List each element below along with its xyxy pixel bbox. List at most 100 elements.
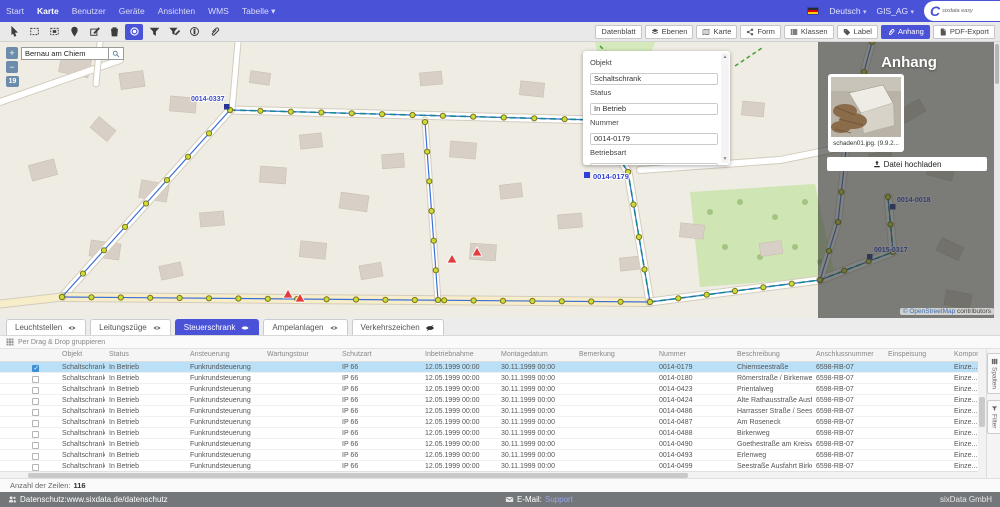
marker-tool-button[interactable]: [65, 24, 83, 40]
light-point-marker[interactable]: [122, 224, 127, 229]
privacy-link[interactable]: Datenschutz:www.sixdata.de/datenschutz: [8, 495, 168, 504]
light-point-marker[interactable]: [206, 131, 211, 136]
table-row[interactable]: SchaltschrankIn BetriebFunkrundsteuerung…: [0, 384, 978, 395]
light-point-marker[interactable]: [427, 179, 432, 184]
light-point-marker[interactable]: [288, 109, 293, 114]
light-point-marker[interactable]: [236, 296, 241, 301]
row-checkbox[interactable]: [32, 376, 39, 383]
map-search-input[interactable]: [21, 47, 109, 60]
light-point-marker[interactable]: [732, 288, 737, 293]
light-point-marker[interactable]: [258, 108, 263, 113]
menu-item-karte[interactable]: Karte: [37, 6, 59, 17]
light-point-marker[interactable]: [380, 112, 385, 117]
row-checkbox[interactable]: [32, 442, 39, 449]
horizontal-scrollbar[interactable]: [0, 471, 978, 478]
table-row[interactable]: SchaltschrankIn BetriebFunkrundsteuerung…: [0, 406, 978, 417]
table-row[interactable]: SchaltschrankIn BetriebFunkrundsteuerung…: [0, 450, 978, 461]
menu-item-wms[interactable]: WMS: [208, 6, 229, 17]
column-header-montagedatum[interactable]: Montagedatum: [497, 349, 575, 361]
info-circle-tool-button[interactable]: [185, 24, 203, 40]
group-bar[interactable]: Per Drag & Drop gruppieren: [0, 336, 1000, 349]
table-row[interactable]: SchaltschrankIn BetriebFunkrundsteuerung…: [0, 439, 978, 450]
light-point-marker[interactable]: [80, 271, 85, 276]
klassen-button[interactable]: Klassen: [784, 25, 834, 39]
row-checkbox[interactable]: [32, 420, 39, 427]
email-link[interactable]: Support: [545, 495, 573, 504]
light-point-marker[interactable]: [433, 268, 438, 273]
grid-header-row[interactable]: ObjektStatusAnsteuerungWartungstourSchut…: [0, 349, 978, 362]
light-point-marker[interactable]: [177, 295, 182, 300]
light-point-marker[interactable]: [435, 297, 440, 302]
field-input-status[interactable]: [590, 103, 718, 115]
light-point-marker[interactable]: [676, 296, 681, 301]
column-header-inbetriebnahme[interactable]: Inbetriebnahme: [421, 349, 497, 361]
light-point-marker[interactable]: [265, 296, 270, 301]
light-point-marker[interactable]: [164, 178, 169, 183]
osm-link[interactable]: © OpenStreetMap: [903, 308, 955, 315]
light-point-marker[interactable]: [501, 115, 506, 120]
light-point-marker[interactable]: [349, 111, 354, 116]
light-point-marker[interactable]: [761, 285, 766, 290]
form-button[interactable]: Form: [740, 25, 781, 39]
light-point-marker[interactable]: [383, 297, 388, 302]
light-point-marker[interactable]: [410, 112, 415, 117]
light-point-marker[interactable]: [425, 149, 430, 154]
side-tab-filter[interactable]: Filter: [987, 400, 1000, 433]
field-input-objekt[interactable]: [590, 73, 718, 85]
attach-tool-button[interactable]: [205, 24, 223, 40]
column-header-einspeisung[interactable]: Einspeisung: [884, 349, 950, 361]
light-point-marker[interactable]: [319, 110, 324, 115]
menu-item-ansichten[interactable]: Ansichten: [158, 6, 195, 17]
light-point-marker[interactable]: [532, 116, 537, 121]
row-checkbox[interactable]: [32, 387, 39, 394]
edit-tool-button[interactable]: [85, 24, 103, 40]
delete-tool-button[interactable]: [105, 24, 123, 40]
attachment-thumbnail[interactable]: schaden01.jpg. (9.9.2...: [828, 74, 904, 152]
light-point-marker[interactable]: [530, 298, 535, 303]
light-point-marker[interactable]: [647, 299, 652, 304]
column-header-schutzart[interactable]: Schutzart: [338, 349, 421, 361]
field-input-betriebsart[interactable]: [590, 163, 718, 166]
circle-select-tool-button[interactable]: [125, 24, 143, 40]
light-point-marker[interactable]: [431, 238, 436, 243]
account-selector[interactable]: GIS_AG ▾: [876, 6, 914, 16]
popup-scrollbar[interactable]: ▲▼: [721, 53, 729, 163]
label-button[interactable]: Label: [837, 25, 878, 39]
upload-file-button[interactable]: Datei hochladen: [827, 157, 987, 171]
row-checkbox[interactable]: [32, 453, 39, 460]
light-point-marker[interactable]: [429, 208, 434, 213]
datenblatt-button[interactable]: Datenblatt: [595, 25, 641, 39]
light-point-marker[interactable]: [559, 299, 564, 304]
side-tab-spalten[interactable]: Spalten: [987, 353, 1000, 394]
filter-edit-tool-button[interactable]: [165, 24, 183, 40]
light-point-marker[interactable]: [471, 298, 476, 303]
tab-ampelanlagen[interactable]: Ampelanlagen: [263, 319, 347, 335]
map-canvas[interactable]: 0014-0337 0014-0179 0014-0018 0015-0317 …: [0, 42, 1000, 318]
language-selector[interactable]: Deutsch ▾: [829, 6, 866, 16]
ebenen-button[interactable]: Ebenen: [645, 25, 694, 39]
row-checkbox[interactable]: [32, 431, 39, 438]
light-point-marker[interactable]: [185, 154, 190, 159]
zoom-out-button[interactable]: −: [6, 61, 18, 73]
light-point-marker[interactable]: [618, 299, 623, 304]
panel-scrollbar[interactable]: [994, 42, 1000, 318]
row-checkbox[interactable]: [32, 365, 39, 372]
row-checkbox[interactable]: [32, 409, 39, 416]
field-input-nummer[interactable]: [590, 133, 718, 145]
light-point-marker[interactable]: [89, 295, 94, 300]
anhang-button[interactable]: Anhang: [881, 25, 930, 39]
select-window-tool-button[interactable]: [45, 24, 63, 40]
tab-steuerschrank[interactable]: Steuerschrank: [175, 319, 260, 335]
light-point-marker[interactable]: [789, 281, 794, 286]
pointer-tool-button[interactable]: [5, 24, 23, 40]
tab-verkehrszeichen[interactable]: Verkehrszeichen: [352, 319, 444, 335]
light-point-marker[interactable]: [422, 119, 427, 124]
vertical-scrollbar[interactable]: [978, 349, 986, 478]
menu-item-benutzer[interactable]: Benutzer: [72, 6, 106, 17]
light-point-marker[interactable]: [412, 297, 417, 302]
light-point-marker[interactable]: [143, 201, 148, 206]
column-header-komponente[interactable]: Komponente: [950, 349, 978, 361]
column-header-anschlussnummer[interactable]: Anschlussnummer: [812, 349, 884, 361]
column-header-beschreibung[interactable]: Beschreibung: [733, 349, 812, 361]
table-row[interactable]: SchaltschrankIn BetriebFunkrundsteuerung…: [0, 373, 978, 384]
